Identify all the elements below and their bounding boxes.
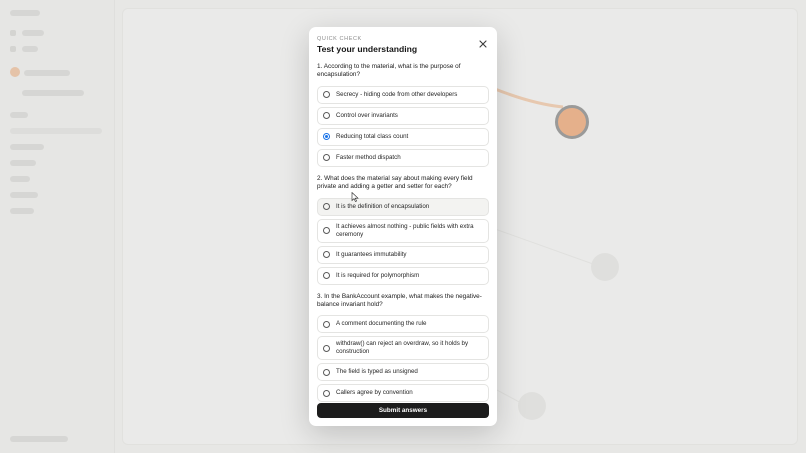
answer-option[interactable]: It guarantees immutability: [317, 245, 489, 264]
answer-label: Faster method dispatch: [336, 153, 401, 161]
question-3-options: A comment documenting the rule withdraw(…: [317, 315, 489, 403]
answer-option-selected[interactable]: Reducing total class count: [317, 127, 489, 146]
answer-label: Reducing total class count: [336, 132, 409, 140]
close-button[interactable]: [478, 39, 488, 49]
answer-label: It is the definition of encapsulation: [336, 202, 430, 210]
radio-button[interactable]: [323, 272, 330, 280]
mouse-cursor-icon: [351, 192, 359, 202]
answer-label: It guarantees immutability: [336, 250, 407, 258]
radio-button[interactable]: [323, 227, 330, 235]
answer-label: Callers agree by convention: [336, 389, 413, 397]
radio-button[interactable]: [323, 320, 330, 328]
answer-label: Secrecy - hiding code from other develop…: [336, 90, 458, 98]
answer-label: withdraw() can reject an overdraw, so it…: [336, 340, 469, 356]
answer-label: It achieves almost nothing - public fiel…: [336, 222, 474, 238]
dialog-title: Test your understanding: [317, 44, 418, 54]
answer-option[interactable]: Callers agree by convention: [317, 384, 489, 403]
answer-label: Control over invariants: [336, 111, 398, 119]
radio-button[interactable]: [323, 154, 330, 162]
answer-option[interactable]: Faster method dispatch: [317, 148, 489, 167]
answer-label: A comment documenting the rule: [336, 320, 427, 328]
radio-button[interactable]: [323, 251, 330, 259]
radio-button[interactable]: [323, 344, 330, 352]
question-1: 1. According to the material, what is th…: [317, 63, 461, 79]
submit-answers-button[interactable]: Submit answers: [317, 403, 489, 418]
quiz-dialog: QUICK CHECK Test your understanding 1. A…: [309, 27, 497, 426]
dialog-eyebrow: QUICK CHECK: [317, 36, 362, 42]
question-3: 3. In the BankAccount example, what make…: [317, 292, 482, 309]
answer-option[interactable]: A comment documenting the rule: [317, 315, 489, 334]
answer-label: It is required for polymorphism: [336, 271, 420, 279]
answer-option[interactable]: The field is typed as unsigned: [317, 363, 489, 382]
answer-label: The field is typed as unsigned: [336, 368, 418, 376]
answer-option[interactable]: Control over invariants: [317, 106, 489, 125]
radio-button[interactable]: [323, 368, 330, 376]
question-2-options: It is the definition of encapsulation It…: [317, 197, 489, 285]
radio-button[interactable]: [323, 203, 330, 211]
radio-button-checked[interactable]: [323, 133, 330, 141]
answer-option[interactable]: withdraw() can reject an overdraw, so it…: [317, 336, 489, 361]
question-2: 2. What does the material say about maki…: [317, 174, 473, 191]
radio-button[interactable]: [323, 91, 330, 99]
question-1-options: Secrecy - hiding code from other develop…: [317, 85, 489, 167]
radio-button[interactable]: [323, 389, 330, 397]
answer-option[interactable]: Secrecy - hiding code from other develop…: [317, 85, 489, 104]
answer-option[interactable]: It is the definition of encapsulation: [317, 197, 489, 216]
answer-option[interactable]: It is required for polymorphism: [317, 266, 489, 285]
answer-option[interactable]: It achieves almost nothing - public fiel…: [317, 218, 489, 243]
radio-button[interactable]: [323, 112, 330, 120]
close-icon: [479, 40, 487, 48]
